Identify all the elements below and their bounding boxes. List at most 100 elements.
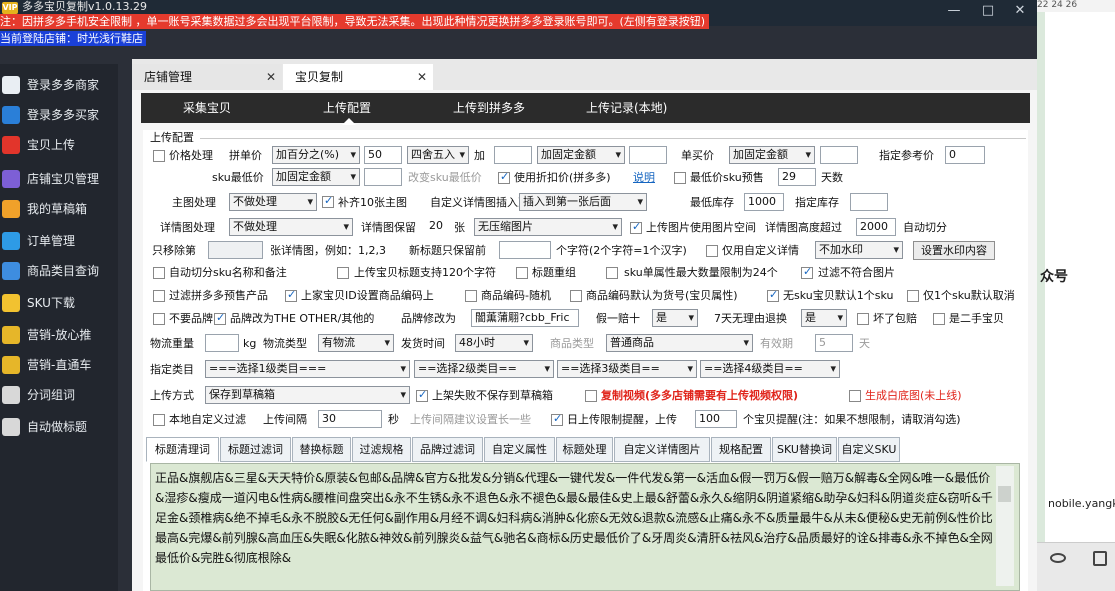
category-2-select[interactable]: ==选择2级类目== xyxy=(414,360,554,378)
code-default-checkbox[interactable] xyxy=(570,290,582,302)
no-brand-checkbox[interactable] xyxy=(153,313,165,325)
round-select[interactable]: 四舍五入 xyxy=(407,146,469,164)
detail-keep-input[interactable]: 20 xyxy=(426,218,446,236)
sidebar-item[interactable]: 订单管理 xyxy=(0,228,118,254)
add-amount-input[interactable] xyxy=(629,146,667,164)
interval-input[interactable]: 30 xyxy=(318,410,382,428)
sidebar-item[interactable]: 我的草稿箱 xyxy=(0,196,118,222)
code-random-checkbox[interactable] xyxy=(465,290,477,302)
sidebar-item[interactable]: 店铺宝贝管理 xyxy=(0,166,118,192)
sidebar-item[interactable]: 宝贝上传 xyxy=(0,132,118,158)
weight-input[interactable] xyxy=(205,334,239,352)
discount-checkbox[interactable] xyxy=(498,170,510,184)
bottom-tab[interactable]: 自定义属性 xyxy=(484,437,555,462)
fail-no-save-checkbox[interactable] xyxy=(416,388,428,402)
bottom-tab[interactable]: 过滤规格 xyxy=(352,437,411,462)
tab-item-copy[interactable]: 宝贝复制 ✕ xyxy=(283,64,433,90)
group-price-input[interactable]: 50 xyxy=(364,146,402,164)
return-select[interactable]: 是 xyxy=(801,309,847,327)
bottom-tab[interactable]: 自定义详情图片 xyxy=(614,437,710,462)
single-price-input[interactable] xyxy=(820,146,858,164)
eye-icon[interactable] xyxy=(1050,553,1066,563)
nav-collect[interactable]: 采集宝贝 xyxy=(183,93,231,123)
product-type-select[interactable]: 普通商品 xyxy=(606,334,753,352)
given-stock-input[interactable] xyxy=(850,193,888,211)
id-code-checkbox[interactable] xyxy=(285,288,297,302)
bottom-tab[interactable]: 替换标题 xyxy=(292,437,351,462)
bottom-tab[interactable]: 标题处理 xyxy=(556,437,613,462)
add-type-select[interactable]: 加固定金额 xyxy=(537,146,625,164)
price-process-checkbox[interactable] xyxy=(153,150,165,162)
broken-pay-checkbox[interactable] xyxy=(857,313,869,325)
filter-img-checkbox[interactable] xyxy=(801,265,813,279)
fill-main-checkbox[interactable] xyxy=(322,194,334,208)
valid-input[interactable]: 5 xyxy=(815,334,853,352)
ship-time-select[interactable]: 48小时 xyxy=(455,334,533,352)
group-price-select[interactable]: 加百分之(%) xyxy=(272,146,360,164)
logistics-type-select[interactable]: 有物流 xyxy=(318,334,394,352)
sidebar-item[interactable]: SKU下载 xyxy=(0,290,118,316)
bottom-tab[interactable]: 自定义SKU xyxy=(838,437,900,462)
sidebar-item[interactable]: 分词组词 xyxy=(0,382,118,408)
compress-select[interactable]: 无压缩图片 xyxy=(474,218,622,236)
days-input[interactable]: 29 xyxy=(778,168,816,186)
one-sku-cancel-checkbox[interactable] xyxy=(907,290,919,302)
tab-store-manage[interactable]: 店铺管理 ✕ xyxy=(132,64,282,90)
detail-img-select[interactable]: 不做处理 xyxy=(229,218,353,236)
img-space-checkbox[interactable] xyxy=(630,220,642,234)
close-icon[interactable]: ✕ xyxy=(417,64,427,90)
auto-split-checkbox[interactable] xyxy=(153,267,165,279)
fake-select[interactable]: 是 xyxy=(652,309,698,327)
upload-mode-select[interactable]: 保存到草稿箱 xyxy=(205,386,410,404)
sidebar-item[interactable]: 登录多多商家 xyxy=(0,72,118,98)
sku-min-input[interactable] xyxy=(364,168,402,186)
local-filter-checkbox[interactable] xyxy=(153,414,165,426)
min-stock-input[interactable]: 1000 xyxy=(744,193,784,211)
bottom-tab[interactable]: 标题清理词 xyxy=(146,437,219,462)
custom-detail-select[interactable]: 插入到第一张后面 xyxy=(519,193,647,211)
scrollbar[interactable] xyxy=(996,466,1014,586)
nav-upload-pdd[interactable]: 上传到拼多多 xyxy=(453,93,525,123)
watermark-select[interactable]: 不加水印 xyxy=(815,241,903,259)
daily-limit-input[interactable]: 100 xyxy=(695,410,737,428)
category-1-select[interactable]: ===选择1级类目=== xyxy=(205,360,410,378)
sidebar-item[interactable]: 自动做标题 xyxy=(0,414,118,440)
bottom-tab[interactable]: 标题过滤词 xyxy=(220,437,291,462)
daily-limit-checkbox[interactable] xyxy=(551,412,563,426)
bottom-tab[interactable]: SKU替换词 xyxy=(772,437,837,462)
sku-limit-checkbox[interactable] xyxy=(606,267,618,279)
maximize-button[interactable]: □ xyxy=(978,2,998,20)
minimize-button[interactable]: — xyxy=(944,2,964,20)
close-button[interactable]: ✕ xyxy=(1010,2,1030,20)
brand-modify-input[interactable]: 闇薫蒲翢?cbb_Fric xyxy=(471,309,579,327)
no-sku-default-checkbox[interactable] xyxy=(767,288,779,302)
close-icon[interactable]: ✕ xyxy=(266,64,276,90)
nav-upload-log[interactable]: 上传记录(本地) xyxy=(586,93,667,123)
sidebar-item[interactable]: 商品类目查询 xyxy=(0,258,118,284)
only-move-input[interactable] xyxy=(208,241,263,259)
sidebar-item[interactable]: 营销-直通车 xyxy=(0,352,118,378)
title-120-checkbox[interactable] xyxy=(337,267,349,279)
bottom-tab[interactable]: 规格配置 xyxy=(711,437,771,462)
sku-min-select[interactable]: 加固定金额 xyxy=(272,168,360,186)
copy-video-checkbox[interactable] xyxy=(585,390,597,402)
single-price-select[interactable]: 加固定金额 xyxy=(729,146,815,164)
help-link[interactable]: 说明 xyxy=(633,171,655,185)
sidebar-item[interactable]: 登录多多买家 xyxy=(0,102,118,128)
bottom-tab[interactable]: 品牌过滤词 xyxy=(412,437,483,462)
second-hand-checkbox[interactable] xyxy=(933,313,945,325)
page-icon[interactable] xyxy=(1093,551,1107,566)
brand-other-checkbox[interactable] xyxy=(214,311,226,325)
height-input[interactable]: 2000 xyxy=(856,218,896,236)
min-presale-checkbox[interactable] xyxy=(674,172,686,184)
sidebar-item[interactable]: 营销-放心推 xyxy=(0,322,118,348)
ref-price-input[interactable]: 0 xyxy=(945,146,985,164)
watermark-button[interactable]: 设置水印内容 xyxy=(913,241,995,260)
scrollbar-thumb[interactable] xyxy=(998,486,1011,502)
title-regroup-checkbox[interactable] xyxy=(516,267,528,279)
white-bg-checkbox[interactable] xyxy=(849,390,861,402)
category-3-select[interactable]: ==选择3级类目== xyxy=(557,360,697,378)
only-custom-checkbox[interactable] xyxy=(706,245,718,257)
category-4-select[interactable]: ==选择4级类目== xyxy=(700,360,840,378)
add-input[interactable] xyxy=(494,146,532,164)
